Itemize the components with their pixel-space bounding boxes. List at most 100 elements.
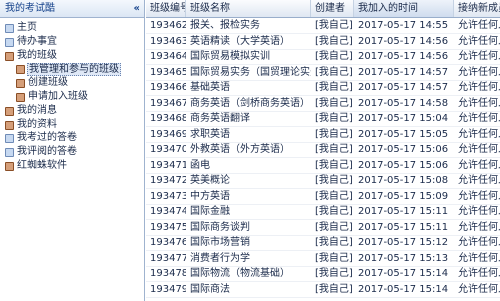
column-header-class-name[interactable]: 班级名称 [186, 0, 311, 17]
creator-cell: [我自己] [315, 268, 353, 279]
page-icon [5, 148, 14, 158]
join-time-cell: 2017-05-17 14:57 [358, 66, 449, 78]
creator-cell: [我自己] [315, 51, 353, 62]
folder-icon [5, 51, 14, 61]
column-header-accept-members[interactable]: 接纳新成员 [454, 0, 500, 17]
sidebar-item[interactable]: 主页 [0, 21, 144, 35]
accept-policy-cell: 允许任何人加入 [458, 66, 500, 78]
table-row[interactable]: 193478 国际物流（物流基础） [我自己] 2017-05-17 15:14 允许任… [146, 266, 500, 282]
sidebar-item-label: 我考过的答卷 [17, 132, 77, 144]
table-row[interactable]: 193463 英语精读（大学英语） [我自己] 2017-05-17 14:56 允许任… [146, 33, 500, 50]
sidebar-item-label: 申请加入班级 [28, 91, 88, 102]
class-name-cell: 国际贸易实务（国贸理论实务） [190, 66, 311, 78]
table-row[interactable]: 193476 国际市场营销 [我自己] 2017-05-17 15:12 允许任何人加入 [146, 235, 500, 251]
class-id-cell: 193475 [150, 221, 186, 233]
table-row[interactable]: 193467 商务英语（剑桥商务英语） [我自己] 2017-05-17 14:58 允… [146, 95, 500, 112]
sidebar-item[interactable]: 申请加入班级 [0, 90, 144, 104]
creator-cell: [我自己] [315, 20, 353, 31]
join-time-cell: 2017-05-17 15:04 [358, 113, 449, 124]
creator-cell: [我自己] [315, 159, 353, 171]
class-name-cell: 英美概论 [190, 175, 230, 186]
sidebar-item-label: 我的班级 [17, 49, 57, 61]
table-row[interactable]: 193464 国际贸易模拟实训 [我自己] 2017-05-17 14:56 允许任何人… [146, 49, 500, 65]
accept-policy-cell: 允许任何人加入 [458, 190, 500, 202]
accept-policy-cell: 允许任何人加入 [458, 144, 500, 155]
sidebar-header: 我的考试酷 « [0, 0, 144, 18]
sidebar-item[interactable]: 我的班级 [0, 49, 144, 63]
creator-cell: [我自己] [315, 206, 353, 217]
table-row[interactable]: 193469 求职英语 [我自己] 2017-05-17 15:05 允许任何人加入 [146, 126, 500, 143]
join-time-cell: 2017-05-17 15:11 [358, 221, 449, 233]
sidebar-item-label: 主页 [17, 22, 37, 33]
sidebar-title: 我的考试酷 [5, 3, 55, 14]
table-row[interactable]: 193474 国际金融 [我自己] 2017-05-17 15:11 允许任何人加入 [146, 204, 500, 220]
class-id-cell: 193473 [150, 190, 186, 202]
folder-icon [5, 120, 14, 130]
table-row[interactable]: 193475 国际商务谈判 [我自己] 2017-05-17 15:11 允许任何人加入 [146, 219, 500, 236]
table-row[interactable]: 193462 报关、报检实务 [我自己] 2017-05-17 14:55 允许任何人加… [146, 18, 500, 34]
join-time-cell: 2017-05-17 15:13 [358, 252, 449, 264]
folder-icon [5, 162, 14, 171]
sidebar-item[interactable]: 红蜘蛛软件 [0, 159, 144, 173]
class-name-cell: 报关、报检实务 [190, 20, 260, 31]
class-name-cell: 基础英语 [190, 82, 230, 93]
table-row[interactable]: 193471 函电 [我自己] 2017-05-17 15:06 允许任何人加入 [146, 157, 500, 174]
class-id-cell: 193463 [150, 35, 186, 47]
sidebar-item[interactable]: 待办事宜 [0, 35, 144, 49]
folder-icon [5, 106, 14, 116]
class-name-cell: 英语精读（大学英语） [190, 35, 290, 47]
join-time-cell: 2017-05-17 15:14 [358, 283, 449, 295]
accept-policy-cell: 允许任何人加入 [458, 175, 500, 186]
column-header-creator[interactable]: 创建者 [311, 0, 354, 17]
creator-cell: [我自己] [315, 82, 353, 93]
join-time-cell: 2017-05-17 14:56 [358, 51, 449, 62]
column-header-class-id[interactable]: 班级编号 [146, 0, 186, 17]
sidebar-item[interactable]: 我考过的答卷 [0, 131, 144, 145]
accept-policy-cell: 允许任何人加入 [458, 35, 500, 47]
folder-icon [16, 93, 25, 102]
class-name-cell: 外教英语（外方英语） [190, 144, 290, 155]
sidebar-item[interactable]: 我管理和参与的班级 [0, 62, 144, 77]
sidebar-item[interactable]: 我的消息 [0, 104, 144, 118]
table-row[interactable]: 193465 国际贸易实务（国贸理论实务） [我自己] 2017-05-17 14:5… [146, 64, 500, 81]
class-name-cell: 商务英语（剑桥商务英语） [190, 97, 310, 109]
accept-policy-cell: 允许任何人加入 [458, 206, 500, 217]
collapse-icon[interactable]: « [134, 0, 140, 17]
table-row[interactable]: 193479 国际商法 [我自己] 2017-05-17 15:14 允许任何人加入 [146, 281, 500, 298]
table-row[interactable]: 193466 基础英语 [我自己] 2017-05-17 14:57 允许任何人加入 [146, 80, 500, 96]
accept-policy-cell: 允许任何人加入 [458, 268, 500, 279]
class-id-cell: 193477 [150, 252, 186, 264]
join-time-cell: 2017-05-17 14:57 [358, 82, 449, 93]
join-time-cell: 2017-05-17 14:55 [358, 20, 449, 31]
class-id-cell: 193467 [150, 97, 186, 109]
page-icon [5, 134, 14, 144]
table-row[interactable]: 193473 中方英语 [我自己] 2017-05-17 15:09 允许任何人加入 [146, 188, 500, 205]
table-row[interactable]: 193477 消费者行为学 [我自己] 2017-05-17 15:13 允许任何人加入 [146, 250, 500, 267]
table-row[interactable]: 193468 商务英语翻译 [我自己] 2017-05-17 15:04 允许任何人加入 [146, 111, 500, 127]
join-time-cell: 2017-05-17 15:05 [358, 128, 449, 140]
creator-cell: [我自己] [315, 97, 353, 109]
table-row[interactable]: 193470 外教英语（外方英语） [我自己] 2017-05-17 15:06 允许任… [146, 142, 500, 158]
creator-cell: [我自己] [315, 190, 353, 202]
sidebar-item[interactable]: 我评阅的答卷 [0, 145, 144, 159]
class-id-cell: 193476 [150, 237, 186, 248]
join-time-cell: 2017-05-17 15:06 [358, 159, 449, 171]
accept-policy-cell: 允许任何人加入 [458, 20, 500, 31]
creator-cell: [我自己] [315, 175, 353, 186]
accept-policy-cell: 允许任何人加入 [458, 237, 500, 248]
sidebar-item[interactable]: 我的资料 [0, 118, 144, 132]
class-name-cell: 函电 [190, 159, 210, 171]
sidebar-item-label: 我评阅的答卷 [17, 146, 77, 158]
class-id-cell: 193468 [150, 113, 186, 124]
accept-policy-cell: 允许任何人加入 [458, 159, 500, 171]
accept-policy-cell: 允许任何人加入 [458, 113, 500, 124]
sidebar-item[interactable]: 创建班级 [0, 76, 144, 90]
sidebar-item-label: 创建班级 [28, 77, 68, 89]
table-row[interactable]: 193472 英美概论 [我自己] 2017-05-17 15:08 允许任何人加入 [146, 173, 500, 189]
grid-header: 班级编号 班级名称 创建者 我加入的时间 接纳新成员 [146, 0, 500, 18]
class-name-cell: 国际物流（物流基础） [190, 268, 290, 279]
creator-cell: [我自己] [315, 144, 353, 155]
accept-policy-cell: 允许任何人加入 [458, 128, 500, 140]
sidebar-item-label: 我管理和参与的班级 [27, 63, 121, 77]
column-header-join-time[interactable]: 我加入的时间 [354, 0, 454, 17]
